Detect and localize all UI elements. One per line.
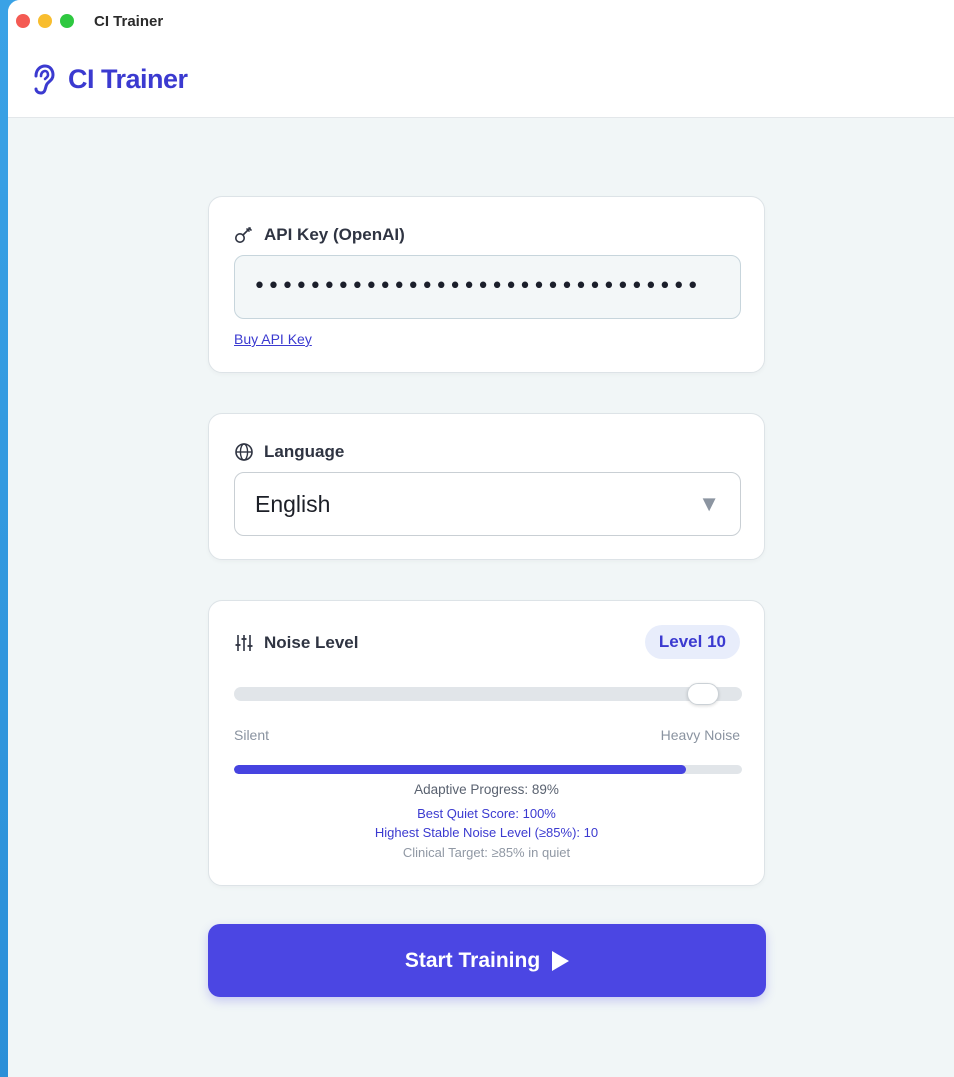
globe-icon (235, 443, 253, 461)
clinical-target: Clinical Target: ≥85% in quiet (402, 845, 571, 860)
api-key-card: API Key (OpenAI) •••••••••••••••••••••••… (208, 196, 765, 373)
noise-level-label: Noise Level (234, 633, 359, 653)
best-quiet-score: Best Quiet Score: 100% (417, 806, 556, 821)
noise-level-card: Noise Level Level 10 Silent Heavy Noise … (208, 600, 765, 886)
chevron-down-icon: ▼ (698, 491, 720, 516)
start-training-button[interactable]: Start Training (208, 924, 766, 997)
start-training-label: Start Training (404, 948, 541, 972)
adaptive-progress-bar (234, 765, 742, 774)
language-label-text: Language (264, 442, 345, 461)
app-brand: CI Trainer (68, 64, 188, 94)
key-icon (235, 227, 252, 243)
title-bar: CI Trainer (8, 0, 954, 42)
app-window: CI Trainer CI Trainer API Key (OpenAI) •… (8, 0, 954, 1077)
minimize-window-button[interactable] (38, 14, 52, 28)
app-header: CI Trainer (8, 42, 954, 118)
close-window-button[interactable] (16, 14, 30, 28)
level-badge: Level 10 (644, 625, 740, 659)
window-title: CI Trainer (94, 12, 164, 30)
slider-min-label: Silent (234, 727, 270, 743)
highest-stable-noise-level: Highest Stable Noise Level (≥85%): 10 (374, 825, 599, 840)
language-card: Language English ▼ (208, 413, 765, 560)
language-select[interactable]: English ▼ (234, 472, 741, 536)
noise-slider-thumb[interactable] (687, 683, 719, 705)
maximize-window-button[interactable] (60, 14, 74, 28)
play-icon (552, 950, 570, 971)
ear-icon (34, 63, 55, 95)
adaptive-progress-text: Adaptive Progress: 89% (414, 782, 559, 797)
slider-max-label: Heavy Noise (660, 727, 740, 743)
noise-slider-track[interactable] (234, 687, 742, 701)
language-selected-value: English (255, 490, 331, 517)
api-key-input[interactable]: •••••••••••••••••••••••••••••••• (234, 255, 741, 319)
language-label: Language (234, 442, 344, 462)
sliders-icon (235, 635, 253, 651)
buy-api-key-link[interactable]: Buy API Key (234, 331, 312, 347)
api-key-label-text: API Key (OpenAI) (264, 225, 405, 244)
adaptive-progress-fill (234, 765, 687, 774)
noise-level-label-text: Noise Level (264, 633, 359, 652)
api-key-label: API Key (OpenAI) (234, 225, 405, 245)
